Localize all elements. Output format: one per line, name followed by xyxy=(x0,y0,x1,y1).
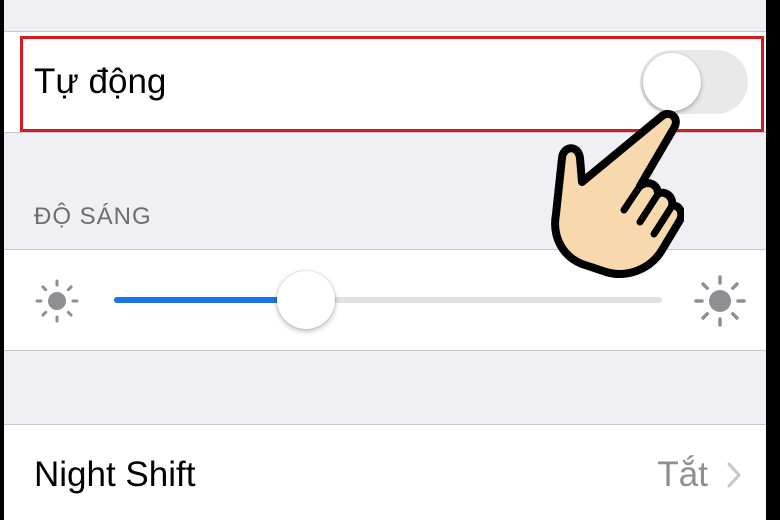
display-settings-screen: Tự động ĐỘ SÁNG Night Shift Tắt xyxy=(4,0,766,520)
night-shift-label: Night Shift xyxy=(34,455,196,494)
night-shift-row[interactable]: Night Shift Tắt xyxy=(4,425,766,520)
sun-large-icon xyxy=(694,275,746,327)
night-shift-value: Tắt xyxy=(657,455,708,494)
divider xyxy=(4,350,766,351)
sun-small-icon xyxy=(35,279,79,323)
brightness-section-header: ĐỘ SÁNG xyxy=(34,203,152,230)
brightness-slider-thumb[interactable] xyxy=(276,271,335,329)
pointing-hand-icon xyxy=(551,109,684,278)
chevron-right-icon xyxy=(727,462,741,488)
